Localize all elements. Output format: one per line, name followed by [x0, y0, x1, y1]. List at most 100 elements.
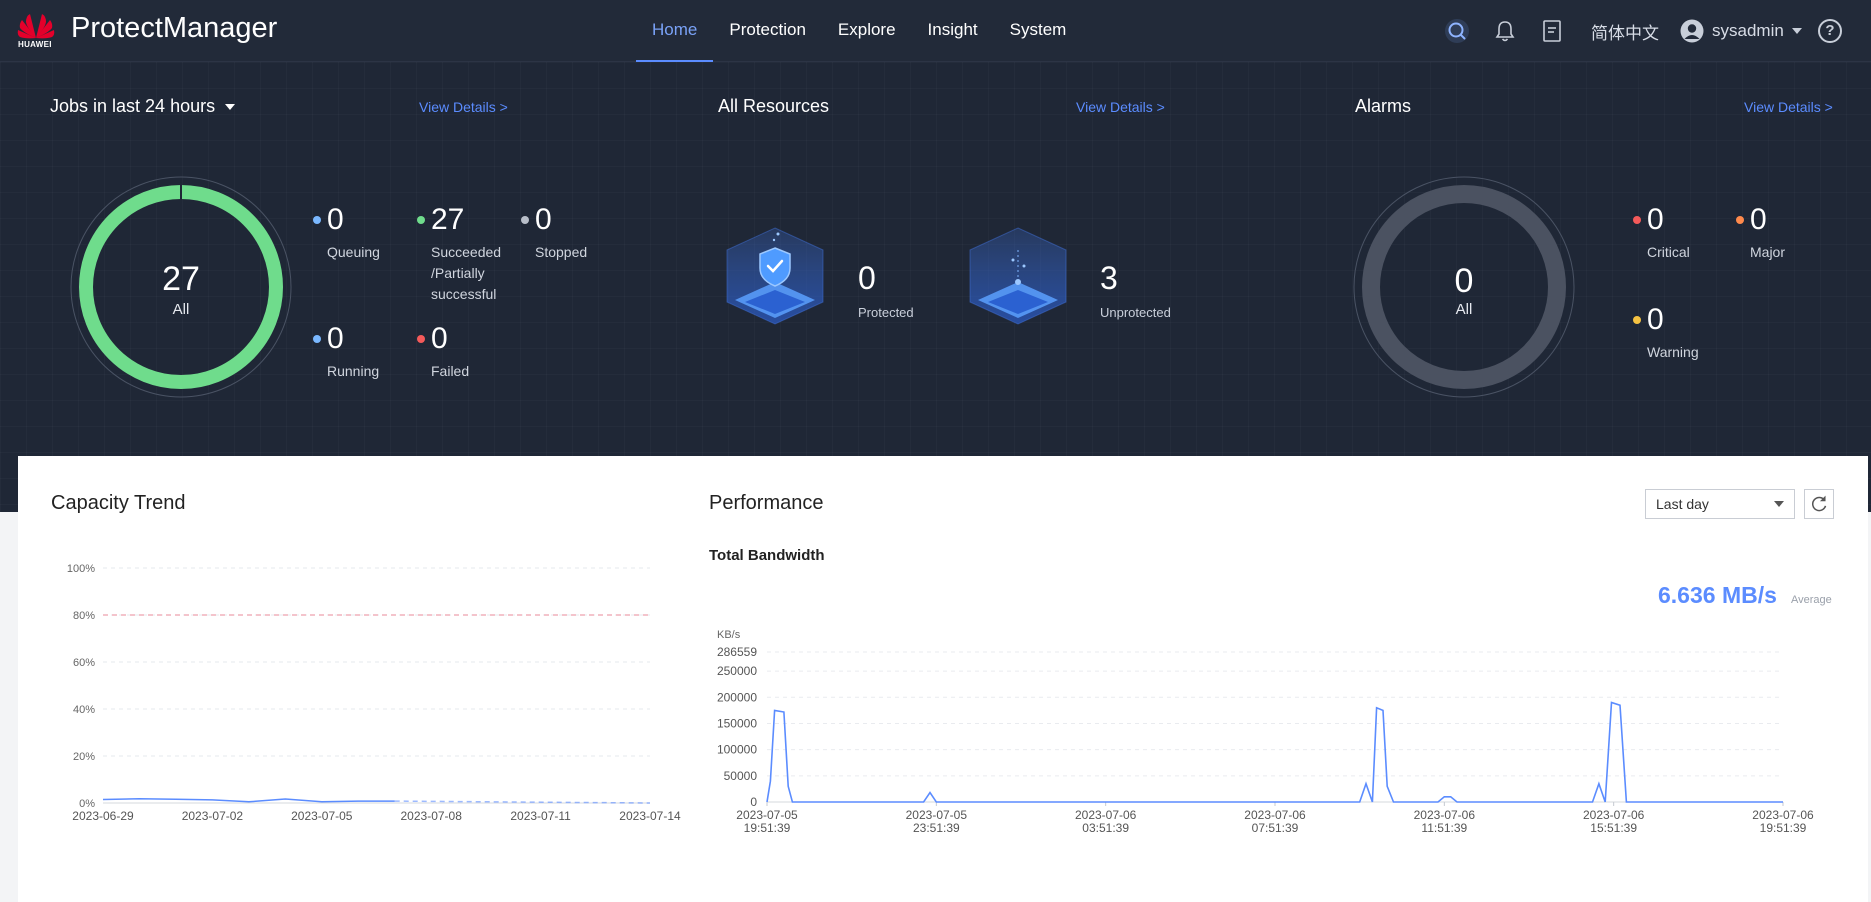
y-axis-unit: KB/s: [717, 629, 741, 641]
x-tick-label: 23:51:39: [913, 821, 960, 835]
protected-label[interactable]: Protected: [858, 305, 914, 320]
status-dot: [417, 335, 425, 343]
jobs-total-count: 27: [162, 260, 200, 298]
x-tick-label: 2023-07-14: [619, 809, 681, 823]
x-tick-label: 2023-07-06: [1583, 808, 1645, 822]
stat-label: Stopped: [535, 244, 588, 260]
time-range-value: Last day: [1656, 496, 1709, 512]
user-avatar-icon: [1680, 19, 1704, 43]
total-bandwidth-title: Total Bandwidth: [709, 547, 825, 564]
jobs-title: Jobs in last 24 hours: [50, 96, 216, 116]
unprotected-count: 3: [1100, 260, 1118, 296]
stat-value: 0: [535, 203, 552, 236]
refresh-icon[interactable]: [1804, 489, 1834, 519]
stat-value: 0: [1750, 203, 1767, 236]
stat-label: Major: [1750, 244, 1786, 260]
y-tick-label: 60%: [73, 657, 95, 669]
nav-insight[interactable]: Insight: [912, 0, 994, 62]
protected-resource-icon: [726, 227, 824, 325]
x-tick-label: 2023-07-06: [1752, 808, 1814, 822]
overview-dashboard: Jobs in last 24 hours View Details > 27 …: [0, 62, 1871, 512]
capacity-trend-title: Capacity Trend: [51, 492, 186, 514]
jobs-title-dropdown[interactable]: Jobs in last 24 hours: [50, 96, 236, 117]
resources-title: All Resources: [718, 96, 830, 116]
language-switch[interactable]: 简体中文: [1591, 19, 1659, 44]
nav-system[interactable]: System: [994, 0, 1083, 62]
stat-value: 0: [1647, 203, 1664, 236]
x-tick-label: 2023-06-29: [72, 809, 134, 823]
status-dot: [313, 216, 321, 224]
y-tick-label: 250000: [717, 664, 757, 678]
stat-value: 27: [431, 203, 465, 236]
x-tick-label: 19:51:39: [1760, 821, 1807, 835]
username: sysadmin: [1712, 21, 1784, 40]
stat-value: 0: [1647, 303, 1664, 336]
jobs-view-details-link[interactable]: View Details >: [419, 99, 508, 115]
y-tick-label: 0: [750, 795, 757, 809]
x-tick-label: 2023-07-05: [906, 808, 968, 822]
stat-value: 0: [327, 322, 344, 355]
document-icon[interactable]: [1539, 18, 1565, 44]
alarm-stat-major[interactable]: 0 Major: [1736, 202, 1840, 263]
x-tick-label: 2023-07-05: [736, 808, 798, 822]
jobs-stat-running[interactable]: 0 Running: [313, 321, 417, 382]
status-dot: [313, 335, 321, 343]
stat-label: Failed: [431, 363, 470, 379]
resources-view-details-link[interactable]: View Details >: [1076, 99, 1165, 115]
y-tick-label: 100000: [717, 743, 757, 757]
unprotected-label[interactable]: Unprotected: [1100, 305, 1171, 320]
top-navigation-bar: HUAWEI ProtectManager Home Protection Ex…: [0, 0, 1871, 62]
nav-protection[interactable]: Protection: [713, 0, 822, 62]
stat-value: 0: [327, 203, 344, 236]
bell-icon[interactable]: [1492, 18, 1518, 44]
x-tick-label: 19:51:39: [744, 821, 791, 835]
alarms-total-label: All: [1455, 301, 1473, 318]
help-icon[interactable]: ?: [1818, 19, 1842, 43]
status-dot: [417, 216, 425, 224]
chevron-down-icon: [1791, 28, 1802, 34]
x-tick-label: 15:51:39: [1590, 821, 1637, 835]
alarms-total-count: 0: [1454, 262, 1474, 300]
alarms-title: Alarms: [1355, 96, 1412, 116]
status-dot: [1736, 216, 1744, 224]
jobs-total-label: All: [172, 301, 190, 318]
x-tick-label: 11:51:39: [1421, 821, 1467, 835]
main-nav: Home Protection Explore Insight System: [636, 0, 1082, 62]
nav-home[interactable]: Home: [636, 0, 714, 62]
caret-down-icon: [225, 104, 236, 111]
total-bandwidth-chart: KB/s 286559 250000 200000 150000 100000 50000 0…: [717, 629, 1814, 835]
logo-text: HUAWEI: [18, 40, 52, 49]
alarm-stat-warning[interactable]: 0 Warning: [1633, 302, 1737, 363]
capacity-series-line: [102, 798, 395, 803]
x-tick-label: 2023-07-02: [182, 809, 244, 823]
y-tick-label: 40%: [73, 704, 95, 716]
x-tick-label: 2023-07-05: [291, 809, 353, 823]
nav-explore[interactable]: Explore: [822, 0, 912, 62]
protected-count: 0: [858, 260, 876, 296]
y-tick-label: 100%: [67, 563, 95, 575]
x-tick-label: 2023-07-11: [510, 809, 571, 823]
stat-label: Succeeded /Partially successful: [431, 244, 502, 302]
jobs-stat-queuing[interactable]: 0 Queuing: [313, 202, 417, 263]
user-menu[interactable]: sysadmin: [1680, 16, 1802, 46]
stat-label: Warning: [1647, 344, 1699, 360]
alarms-view-details-link[interactable]: View Details >: [1744, 99, 1833, 115]
average-label: Average: [1791, 594, 1832, 606]
x-tick-label: 07:51:39: [1252, 821, 1299, 835]
jobs-stat-failed[interactable]: 0 Failed: [417, 321, 521, 382]
stat-label: Queuing: [327, 244, 380, 260]
search-icon[interactable]: [1444, 18, 1470, 44]
status-dot: [1633, 216, 1641, 224]
performance-title: Performance: [709, 492, 824, 514]
bandwidth-series-line: [766, 701, 1783, 803]
y-tick-label: 286559: [717, 645, 757, 659]
jobs-stat-stopped[interactable]: 0 Stopped: [521, 202, 625, 263]
time-range-select[interactable]: Last day: [1645, 489, 1795, 519]
y-tick-label: 20%: [73, 751, 95, 763]
y-tick-label: 50000: [724, 769, 758, 783]
jobs-stat-succeeded[interactable]: 27 Succeeded /Partially successful: [417, 202, 521, 305]
capacity-trend-chart: 100%80%60%40%20%0%2023-06-29 2023-07-02 20…: [67, 563, 681, 823]
x-tick-label: 2023-07-06: [1414, 808, 1476, 822]
x-tick-label: 03:51:39: [1082, 821, 1129, 835]
alarm-stat-critical[interactable]: 0 Critical: [1633, 202, 1737, 263]
